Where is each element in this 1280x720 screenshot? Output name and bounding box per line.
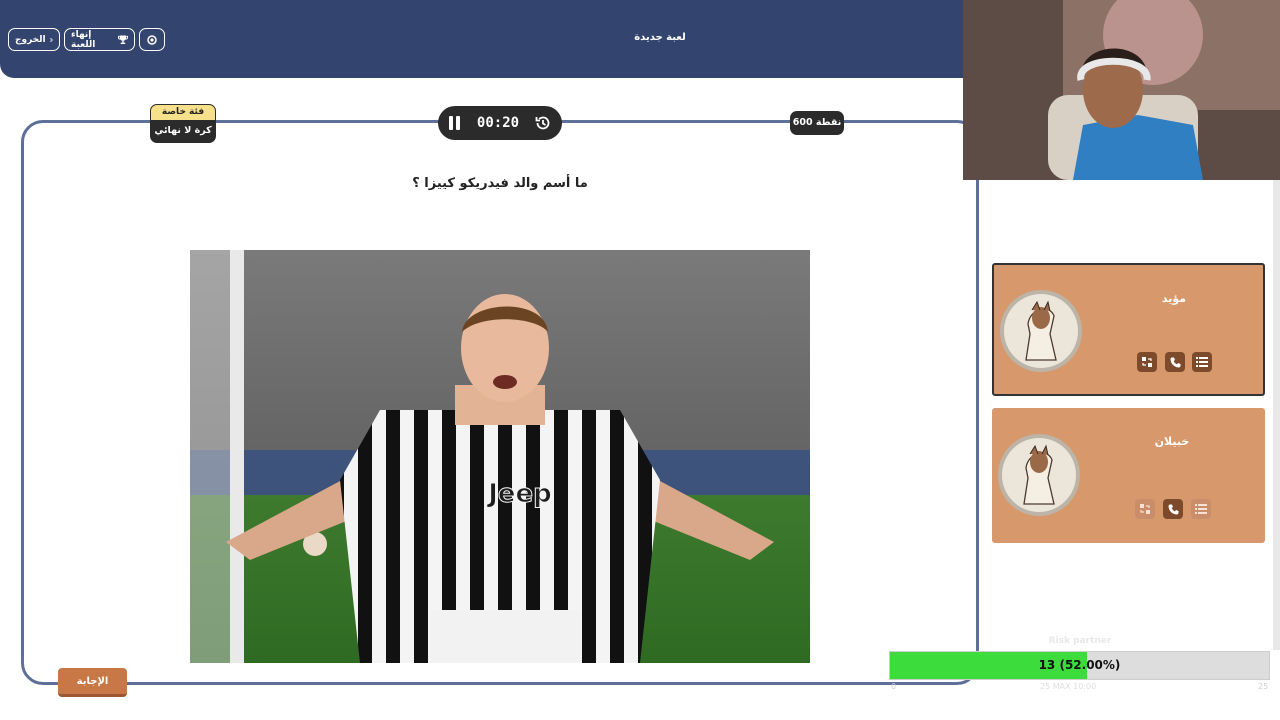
progress-note: 25 MAX 10:00: [1040, 682, 1097, 691]
progress-bar: 13 (52.00%): [889, 651, 1270, 680]
team-name: خبيلان: [1154, 435, 1190, 448]
exit-icon: [49, 37, 53, 42]
answer-button[interactable]: الإجابة: [58, 668, 127, 697]
end-game-label: إنهاء اللعبة: [71, 29, 96, 50]
timer: 00:20: [438, 106, 562, 140]
team-name: مؤيد: [1161, 292, 1187, 305]
list-icon[interactable]: [1192, 352, 1212, 372]
exit-label: الخروج: [15, 34, 46, 45]
svg-text:Jeep: Jeep: [486, 479, 552, 509]
question-text: ما أسم والد فيدريكو كييزا ؟: [412, 176, 588, 191]
category-label: فئة خاصة: [151, 105, 215, 120]
swap-icon[interactable]: [1135, 499, 1155, 519]
swap-icon[interactable]: [1137, 352, 1157, 372]
streamer-video: [963, 0, 1280, 180]
pause-icon[interactable]: [448, 115, 462, 131]
end-game-button[interactable]: إنهاء اللعبة: [64, 28, 135, 51]
history-icon[interactable]: [534, 114, 552, 132]
team-card: خبيلان: [992, 408, 1265, 543]
horse-avatar-icon: [1000, 290, 1082, 372]
category-badge: فئة خاصة كرة لا نهائي: [150, 104, 216, 143]
phone-icon[interactable]: [1165, 352, 1185, 372]
swirl-icon: [147, 34, 157, 45]
page-title: لعبة جديدة: [634, 32, 686, 43]
progress-max: 25: [1258, 682, 1269, 691]
points-badge: 600 نقطة: [790, 111, 844, 135]
trophy-icon: [118, 35, 128, 45]
player-photo: Jeep: [190, 250, 810, 663]
swirl-button[interactable]: [139, 28, 165, 51]
timer-value: 00:20: [476, 115, 520, 131]
horse-avatar-icon: [998, 434, 1080, 516]
progress-label: Risk partner: [1048, 636, 1112, 646]
progress-min: 0: [891, 682, 897, 691]
category-name: كرة لا نهائي: [154, 125, 212, 136]
progress-text: 13 (52.00%): [1038, 658, 1121, 672]
top-header: الخروج إنهاء اللعبة لعبة جديدة: [0, 0, 990, 78]
phone-icon[interactable]: [1163, 499, 1183, 519]
team-card: مؤيد: [992, 263, 1265, 396]
scrollbar[interactable]: [1273, 180, 1280, 650]
webcam-overlay: [963, 0, 1280, 180]
list-icon[interactable]: [1191, 499, 1211, 519]
exit-button[interactable]: الخروج: [8, 28, 60, 51]
question-image: Jeep: [190, 250, 810, 663]
